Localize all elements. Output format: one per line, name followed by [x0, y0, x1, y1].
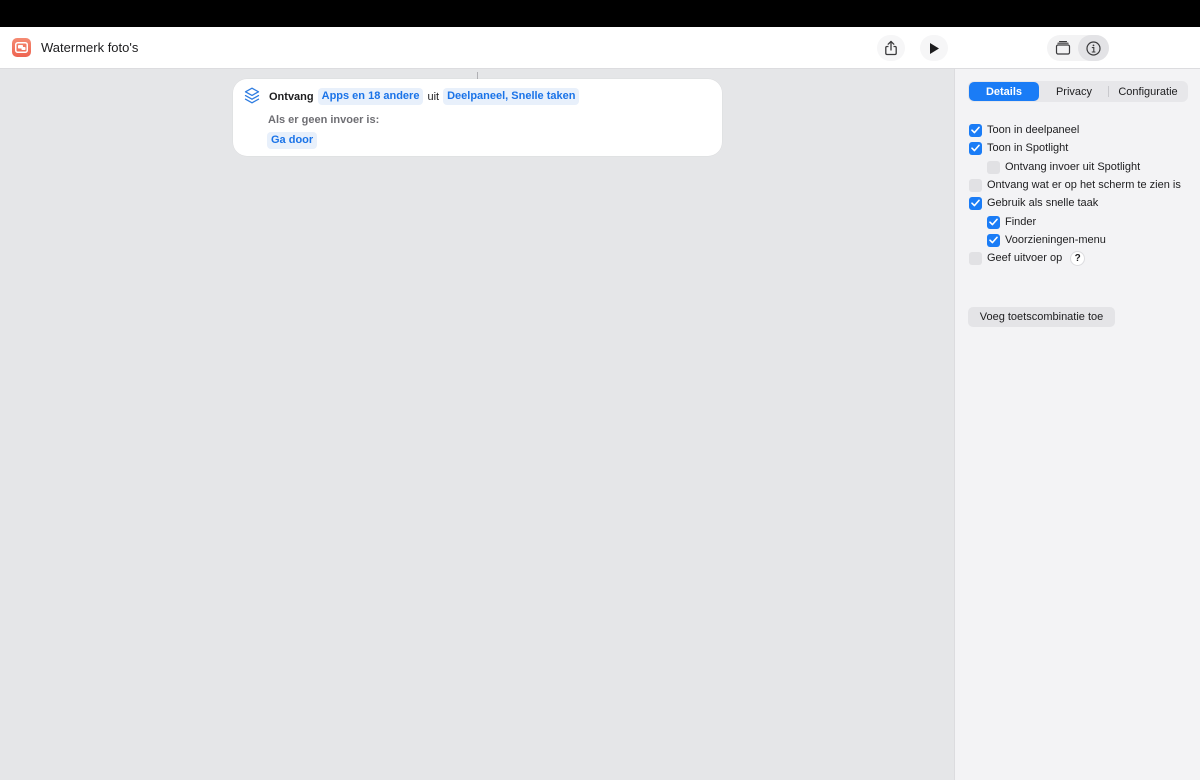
option-label: Voorzieningen-menu [1005, 234, 1106, 246]
share-icon [885, 40, 897, 56]
editor-canvas[interactable]: Ontvang Apps en 18 andere uit Deelpaneel… [0, 69, 954, 780]
checkbox-checked[interactable] [987, 233, 1000, 247]
details-sidebar: Details Privacy Configuratie Toon in dee… [954, 69, 1200, 780]
checkbox-checked[interactable] [987, 215, 1000, 229]
action-verb: Ontvang [269, 90, 314, 103]
option-label: Geef uitvoer op [987, 252, 1063, 264]
share-button[interactable] [877, 35, 905, 61]
option-services-menu[interactable]: Voorzieningen-menu [987, 233, 1106, 247]
tab-details[interactable]: Details [969, 82, 1039, 101]
action-connector-word: uit [427, 90, 440, 103]
sidebar-toggle-group [1047, 35, 1109, 61]
option-specify-output[interactable]: Geef uitvoer op ? [969, 250, 1086, 266]
checkbox-unchecked[interactable] [987, 160, 1000, 174]
option-show-in-spotlight[interactable]: Toon in Spotlight [969, 141, 1068, 155]
window-title[interactable]: Watermerk foto's [41, 40, 138, 55]
shortcut-app-icon[interactable] [12, 38, 31, 57]
checkbox-checked[interactable] [969, 196, 982, 210]
info-icon [1086, 40, 1101, 56]
tab-privacy[interactable]: Privacy [1039, 82, 1109, 101]
option-label: Ontvang wat er op het scherm te zien is [987, 179, 1181, 191]
no-input-behavior-token[interactable]: Ga door [267, 132, 318, 149]
checkbox-unchecked[interactable] [969, 251, 982, 265]
option-receive-onscreen-content[interactable]: Ontvang wat er op het scherm te zien is [969, 178, 1181, 192]
info-button[interactable] [1078, 35, 1109, 61]
library-icon [1055, 41, 1070, 55]
option-finder[interactable]: Finder [987, 215, 1036, 229]
option-label: Finder [1005, 216, 1037, 228]
option-receive-input-from-spotlight[interactable]: Ontvang invoer uit Spotlight [987, 160, 1140, 174]
no-input-label: Als er geen invoer is: [268, 114, 380, 126]
option-use-as-quick-action[interactable]: Gebruik als snelle taak [969, 196, 1098, 210]
option-label: Toon in deelpaneel [987, 124, 1080, 136]
action-summary: Ontvang Apps en 18 andere uit Deelpaneel… [269, 88, 580, 105]
layers-icon [244, 87, 260, 108]
option-label: Toon in Spotlight [987, 142, 1069, 154]
option-label: Gebruik als snelle taak [987, 197, 1099, 209]
input-types-token[interactable]: Apps en 18 andere [317, 88, 424, 105]
sidebar-tabs: Details Privacy Configuratie [968, 81, 1188, 102]
input-sources-token[interactable]: Deelpaneel, Snelle taken [443, 88, 580, 105]
checkbox-checked[interactable] [969, 123, 982, 137]
shortcut-editor-window: Watermerk foto's Ontvang Apps en 18 ande… [0, 27, 1200, 780]
titlebar: Watermerk foto's [0, 27, 1200, 69]
library-button[interactable] [1047, 35, 1078, 61]
play-icon [930, 42, 939, 54]
option-label: Ontvang invoer uit Spotlight [1005, 161, 1141, 173]
help-button[interactable]: ? [1070, 250, 1086, 266]
top-black-bar [0, 0, 1200, 27]
add-keyboard-shortcut-button[interactable]: Voeg toetscombinatie toe [968, 307, 1115, 327]
receive-input-action[interactable]: Ontvang Apps en 18 andere uit Deelpaneel… [233, 79, 722, 156]
run-button[interactable] [920, 35, 948, 61]
checkbox-unchecked[interactable] [969, 178, 982, 192]
checkbox-checked[interactable] [969, 141, 982, 155]
option-show-in-share-sheet[interactable]: Toon in deelpaneel [969, 123, 1079, 137]
tab-configuratie[interactable]: Configuratie [1109, 82, 1187, 101]
